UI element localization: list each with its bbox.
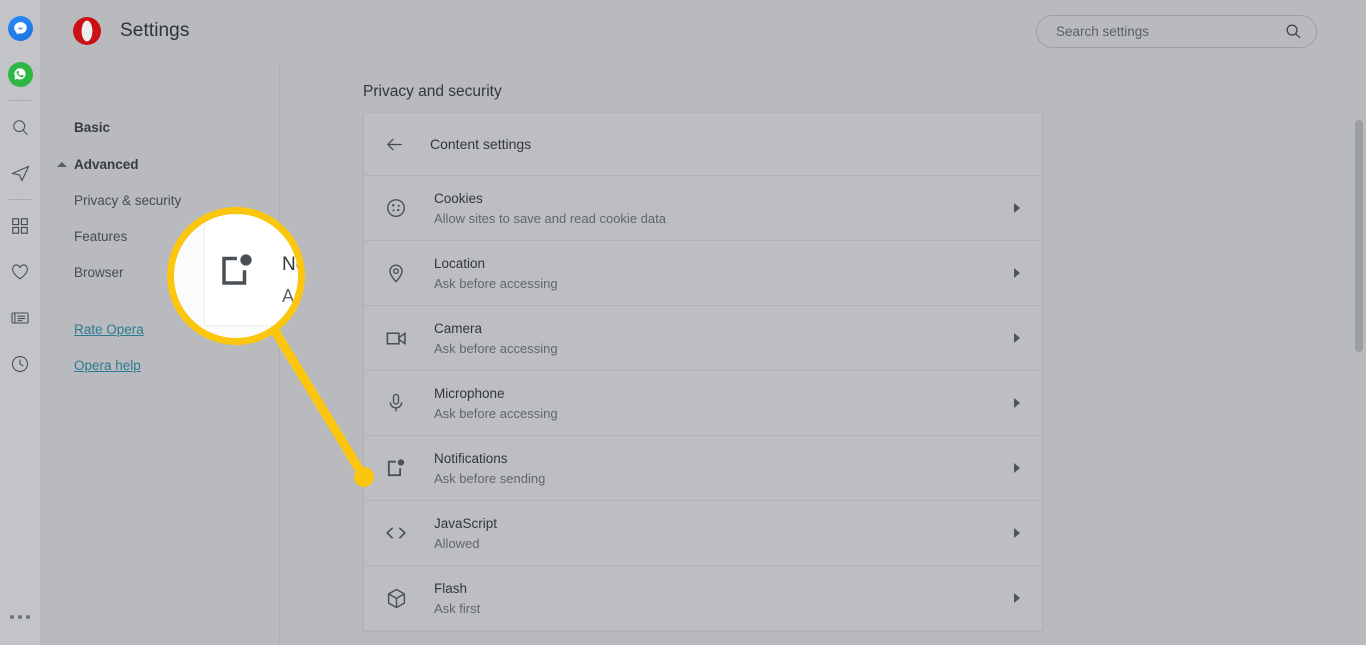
cube-icon <box>382 584 410 612</box>
search-icon[interactable] <box>0 104 40 150</box>
callout-anchor-dot <box>354 467 374 487</box>
settings-main: Privacy and security Content settings Co… <box>281 62 1366 645</box>
telegram-icon[interactable] <box>0 150 40 196</box>
row-javascript-text: JavaScript Allowed <box>434 515 1014 552</box>
magnifier-callout: Notifications Ask before sending <box>167 207 305 345</box>
messenger-bubble <box>7 15 33 41</box>
content-settings-header: Content settings <box>364 113 1042 175</box>
settings-nav: Basic Advanced Privacy & security Featur… <box>40 62 280 645</box>
search-settings-wrapper <box>1036 15 1317 48</box>
search-icon[interactable] <box>1285 23 1302 40</box>
row-notifications-title: Notifications <box>434 450 508 466</box>
search-settings-box[interactable] <box>1036 15 1317 48</box>
messenger-icon[interactable] <box>0 5 40 51</box>
magnifier-content: Notifications Ask before sending <box>174 214 298 338</box>
sidebar-divider-2 <box>9 199 31 200</box>
cookie-icon <box>382 194 410 222</box>
sidebar-divider-1 <box>9 100 31 101</box>
opera-logo[interactable] <box>72 16 102 46</box>
link-opera-help[interactable]: Opera help <box>40 348 279 384</box>
row-location-subtitle: Ask before accessing <box>434 275 558 291</box>
row-cookies-text: Cookies Allow sites to save and read coo… <box>434 190 1014 227</box>
content-settings-title: Content settings <box>430 136 532 152</box>
row-flash-text: Flash Ask first <box>434 580 1014 617</box>
nav-item-browser-label: Browser <box>74 265 124 280</box>
notifications-icon <box>217 250 257 295</box>
row-notifications[interactable]: Notifications Ask before sending <box>364 435 1042 500</box>
nav-item-basic[interactable]: Basic <box>40 110 279 146</box>
vertical-scrollbar[interactable] <box>1351 62 1366 645</box>
row-notifications-text: Notifications Ask before sending <box>434 450 1014 487</box>
dot-1 <box>10 615 14 619</box>
chevron-right-icon[interactable] <box>1014 398 1020 408</box>
sidebar-more-icon[interactable] <box>10 615 30 619</box>
content-settings-card: Content settings Cookies Allow sites to … <box>363 112 1043 631</box>
row-camera-text: Camera Ask before accessing <box>434 320 1014 357</box>
chevron-right-icon[interactable] <box>1014 528 1020 538</box>
dot-2 <box>18 615 22 619</box>
page-title: Privacy and security <box>363 83 502 100</box>
scrollbar-thumb[interactable] <box>1355 120 1363 352</box>
search-input[interactable] <box>1056 24 1285 39</box>
row-location-text: Location Ask before accessing <box>434 255 1014 292</box>
back-arrow-icon[interactable] <box>382 132 406 156</box>
row-cookies[interactable]: Cookies Allow sites to save and read coo… <box>364 175 1042 240</box>
whatsapp-icon[interactable] <box>0 51 40 97</box>
row-javascript-subtitle: Allowed <box>434 535 480 551</box>
news-icon[interactable] <box>0 295 40 341</box>
chevron-right-icon[interactable] <box>1014 203 1020 213</box>
history-icon[interactable] <box>0 341 40 387</box>
nav-item-features-label: Features <box>74 229 128 244</box>
row-microphone-subtitle: Ask before accessing <box>434 405 558 421</box>
row-notifications-subtitle: Ask before sending <box>434 470 546 486</box>
browser-sidebar <box>0 0 40 645</box>
row-camera-subtitle: Ask before accessing <box>434 340 558 356</box>
chevron-right-icon[interactable] <box>1014 333 1020 343</box>
row-cookies-subtitle: Allow sites to save and read cookie data <box>434 210 666 226</box>
dot-3 <box>26 615 30 619</box>
nav-item-privacy-security-label: Privacy & security <box>74 193 182 208</box>
magnifier-title: Notifications <box>282 254 298 275</box>
row-microphone-title: Microphone <box>434 385 505 401</box>
row-javascript-title: JavaScript <box>434 515 498 531</box>
chevron-right-icon[interactable] <box>1014 593 1020 603</box>
row-microphone[interactable]: Microphone Ask before accessing <box>364 370 1042 435</box>
page-title-settings: Settings <box>120 20 190 41</box>
chevron-up-icon <box>57 162 67 167</box>
row-microphone-text: Microphone Ask before accessing <box>434 385 1014 422</box>
row-camera-title: Camera <box>434 320 483 336</box>
row-flash-title: Flash <box>434 580 468 596</box>
nav-item-advanced-label: Advanced <box>74 157 139 172</box>
settings-page: Settings Basic Advanced Privacy & securi… <box>0 0 1366 645</box>
row-location[interactable]: Location Ask before accessing <box>364 240 1042 305</box>
row-cookies-title: Cookies <box>434 190 483 206</box>
notifications-icon <box>382 454 410 482</box>
camera-icon <box>382 324 410 352</box>
row-flash-subtitle: Ask first <box>434 600 481 616</box>
nav-item-basic-label: Basic <box>74 120 111 135</box>
location-pin-icon <box>382 259 410 287</box>
row-location-title: Location <box>434 255 486 271</box>
row-camera[interactable]: Camera Ask before accessing <box>364 305 1042 370</box>
settings-header: Settings <box>40 0 1366 62</box>
chevron-right-icon[interactable] <box>1014 268 1020 278</box>
speed-dial-icon[interactable] <box>0 203 40 249</box>
whatsapp-bubble <box>7 61 33 87</box>
microphone-icon <box>382 389 410 417</box>
heart-icon[interactable] <box>0 249 40 295</box>
chevron-right-icon[interactable] <box>1014 463 1020 473</box>
row-flash[interactable]: Flash Ask first <box>364 565 1042 630</box>
row-javascript[interactable]: JavaScript Allowed <box>364 500 1042 565</box>
nav-item-advanced[interactable]: Advanced <box>40 147 279 183</box>
code-brackets-icon <box>382 519 410 547</box>
